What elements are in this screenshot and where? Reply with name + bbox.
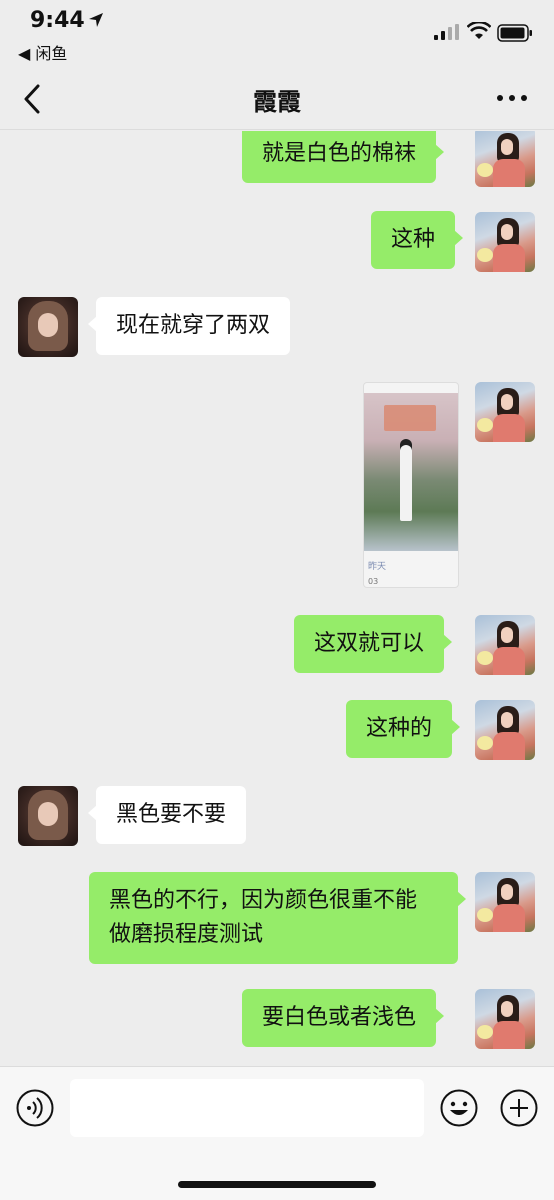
my-message-bubble[interactable]: 这双就可以 bbox=[294, 615, 453, 673]
status-time: 9:44 bbox=[30, 8, 85, 33]
chat-header: 霞霞 bbox=[0, 68, 554, 130]
home-indicator bbox=[178, 1181, 376, 1188]
my-avatar[interactable] bbox=[475, 872, 535, 932]
contact-message-bubble[interactable]: 黑色要不要 bbox=[87, 786, 247, 844]
my-avatar[interactable] bbox=[475, 131, 535, 187]
message-input[interactable] bbox=[70, 1079, 424, 1137]
emoji-icon[interactable] bbox=[440, 1089, 478, 1127]
my-message-bubble[interactable]: 这种的 bbox=[346, 700, 461, 758]
image-caption: 昨天 bbox=[368, 562, 387, 572]
my-avatar[interactable] bbox=[475, 382, 535, 442]
battery-icon bbox=[497, 24, 532, 42]
status-bar: 9:44 ◀ 闲鱼 bbox=[0, 0, 554, 68]
cellular-signal-icon bbox=[434, 24, 459, 40]
contact-avatar[interactable] bbox=[18, 297, 78, 357]
back-to-app-link[interactable]: ◀ 闲鱼 bbox=[18, 40, 67, 64]
contact-message-bubble[interactable]: 现在就穿了两双 bbox=[87, 297, 291, 355]
my-avatar[interactable] bbox=[475, 212, 535, 272]
my-message-bubble[interactable]: 就是白色的棉袜 bbox=[242, 131, 445, 183]
message-list[interactable]: 就是白色的棉袜 这种 现在就穿了两双 昨天 03 这双就可以 这种的 黑色要不要… bbox=[0, 131, 554, 1065]
image-message[interactable]: 昨天 03 bbox=[363, 382, 459, 588]
my-message-bubble[interactable]: 要白色或者浅色 bbox=[242, 989, 445, 1047]
voice-input-icon[interactable] bbox=[16, 1089, 54, 1127]
my-avatar[interactable] bbox=[475, 989, 535, 1049]
my-avatar[interactable] bbox=[475, 700, 535, 760]
plus-icon[interactable] bbox=[500, 1089, 538, 1127]
more-options-icon[interactable] bbox=[494, 86, 530, 110]
location-arrow-icon bbox=[89, 13, 103, 27]
my-avatar[interactable] bbox=[475, 615, 535, 675]
my-message-bubble[interactable]: 这种 bbox=[371, 211, 464, 269]
image-caption-date: 03 bbox=[368, 577, 379, 586]
input-bar bbox=[0, 1066, 554, 1200]
chat-title: 霞霞 bbox=[253, 88, 301, 116]
my-message-bubble[interactable]: 黑色的不行，因为颜色很重不能做磨损程度测试 bbox=[89, 872, 466, 964]
wifi-icon bbox=[467, 22, 491, 39]
contact-avatar[interactable] bbox=[18, 786, 78, 846]
